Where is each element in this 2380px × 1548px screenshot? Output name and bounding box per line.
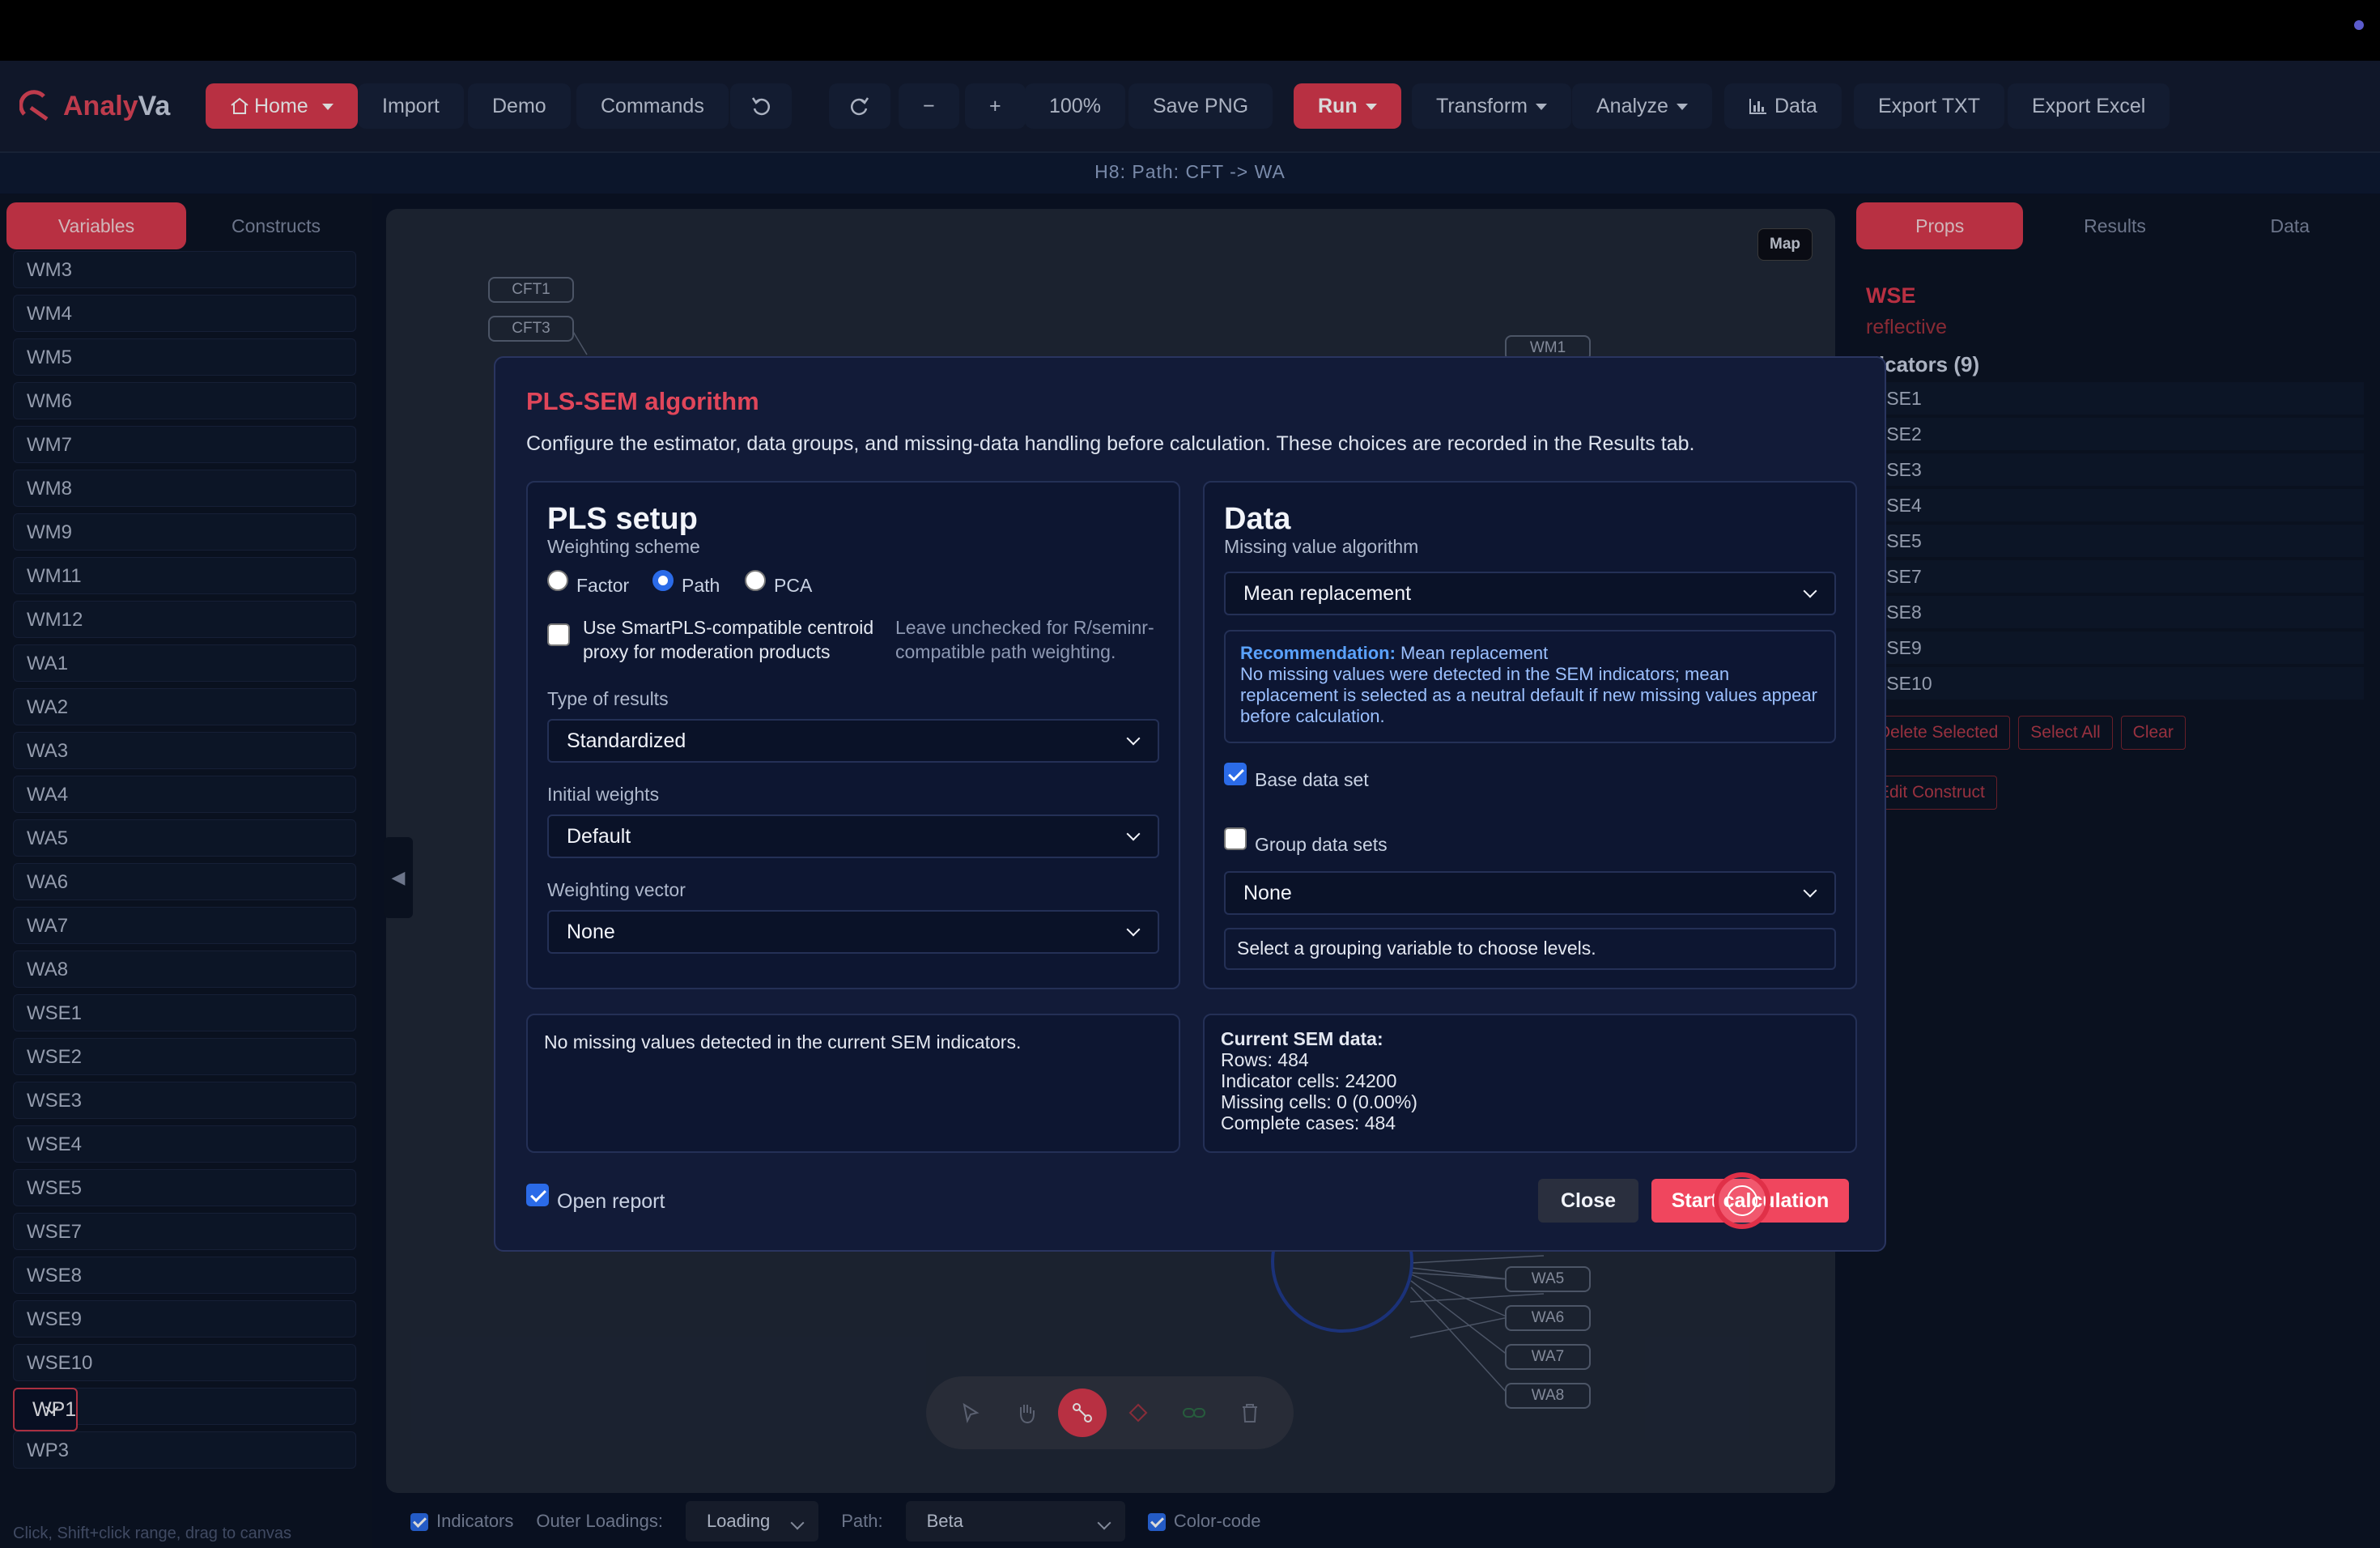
pls-setup-heading: PLS setup bbox=[547, 502, 698, 536]
missing-value-select[interactable]: Mean replacement bbox=[1224, 572, 1836, 615]
missing-note-panel: No missing values detected in the curren… bbox=[526, 1014, 1180, 1153]
type-of-results-label: Type of results bbox=[547, 688, 669, 709]
pca-radio[interactable] bbox=[745, 570, 766, 591]
sem-complete-cases: Complete cases: 484 bbox=[1221, 1112, 1396, 1133]
centroid-proxy-hint: Leave unchecked for R/seminr- compatible… bbox=[895, 617, 1154, 662]
data-panel: Data Missing value algorithm Mean replac… bbox=[1203, 481, 1857, 989]
initial-weights-label: Initial weights bbox=[547, 784, 660, 805]
pca-label: PCA bbox=[774, 575, 813, 596]
dialog-subtitle: Configure the estimator, data groups, an… bbox=[526, 432, 1695, 455]
type-of-results-select[interactable]: Standardized bbox=[547, 719, 1159, 763]
group-hint-box: Select a grouping variable to choose lev… bbox=[1224, 928, 1836, 970]
group-data-sets-checkbox[interactable] bbox=[1224, 827, 1247, 850]
weighting-vector-label: Weighting vector bbox=[547, 879, 686, 900]
sem-data-title: Current SEM data: bbox=[1221, 1028, 1383, 1049]
path-label: Path bbox=[682, 575, 720, 596]
recommendation-value: Mean replacement bbox=[1400, 643, 1549, 663]
sem-rows: Rows: 484 bbox=[1221, 1049, 1309, 1070]
recommendation-title: Recommendation: bbox=[1240, 643, 1396, 663]
close-button[interactable]: Close bbox=[1538, 1179, 1639, 1223]
path-radio[interactable] bbox=[652, 570, 674, 591]
recommendation-box: Recommendation: Mean replacement No miss… bbox=[1224, 630, 1836, 743]
centroid-proxy-label: Use SmartPLS-compatible centroid proxy f… bbox=[583, 617, 874, 662]
data-heading: Data bbox=[1224, 502, 1291, 536]
pls-sem-dialog: PLS-SEM algorithm Configure the estimato… bbox=[494, 356, 1886, 1252]
base-data-set-checkbox[interactable] bbox=[1224, 763, 1247, 785]
weighting-vector-select[interactable]: None bbox=[547, 910, 1159, 954]
factor-radio[interactable] bbox=[547, 570, 568, 591]
missing-note-text: No missing values detected in the curren… bbox=[544, 1031, 1022, 1053]
sem-missing-cells: Missing cells: 0 (0.00%) bbox=[1221, 1091, 1417, 1112]
click-cursor-indicator bbox=[1714, 1172, 1770, 1229]
sem-indicator-cells: Indicator cells: 24200 bbox=[1221, 1070, 1397, 1091]
recommendation-text: No missing values were detected in the S… bbox=[1240, 664, 1817, 726]
sem-data-panel: Current SEM data: Rows: 484 Indicator ce… bbox=[1203, 1014, 1857, 1153]
dialog-title: PLS-SEM algorithm bbox=[526, 387, 759, 415]
factor-label: Factor bbox=[576, 575, 630, 596]
weighting-scheme-label: Weighting scheme bbox=[547, 536, 700, 557]
centroid-proxy-checkbox[interactable] bbox=[547, 623, 570, 646]
group-data-select[interactable]: None bbox=[1224, 871, 1836, 915]
sem-data-summary: Current SEM data: Rows: 484 Indicator ce… bbox=[1221, 1028, 1417, 1133]
open-report-label: Open report bbox=[557, 1190, 665, 1213]
initial-weights-select[interactable]: Default bbox=[547, 814, 1159, 858]
missing-value-label: Missing value algorithm bbox=[1224, 536, 1419, 557]
base-data-set-label: Base data set bbox=[1255, 769, 1369, 790]
group-data-sets-label: Group data sets bbox=[1255, 834, 1388, 855]
open-report-checkbox[interactable] bbox=[526, 1184, 549, 1206]
pls-setup-panel: PLS setup Weighting scheme Factor Path P… bbox=[526, 481, 1180, 989]
